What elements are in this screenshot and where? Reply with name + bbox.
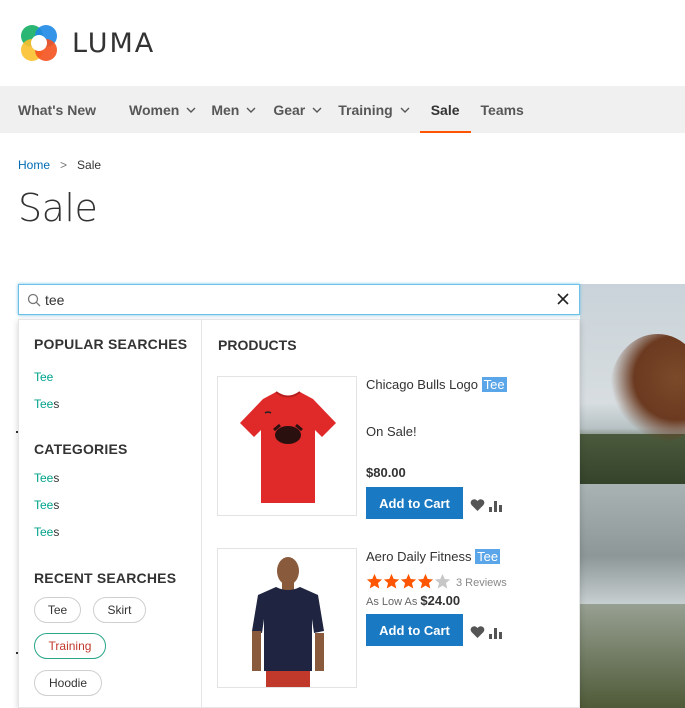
rest-text: s (53, 498, 60, 512)
recent-search-pill[interactable]: Hoodie (34, 670, 102, 696)
product-name-text: Chicago Bulls Logo (366, 377, 482, 392)
nav-label: Gear (273, 101, 306, 118)
star-filled-icon (400, 573, 417, 589)
product-name[interactable]: Aero Daily Fitness Tee (366, 549, 501, 564)
match-text: Tee (34, 370, 54, 384)
product-price: $80.00 (366, 465, 406, 480)
nav-item-men[interactable]: Men (211, 86, 257, 133)
hero-water (580, 484, 685, 604)
star-filled-icon (417, 573, 434, 589)
nav-label: Teams (480, 101, 524, 118)
category-item[interactable]: Tees (34, 498, 59, 512)
product-name-highlight: Tee (481, 377, 507, 392)
nav-label: Women (129, 101, 180, 118)
compare-icon[interactable] (488, 625, 504, 639)
nav-item-women[interactable]: Women (129, 86, 197, 133)
search-icon (27, 293, 41, 306)
search-autocomplete: POPULAR SEARCHES Tee Tees CATEGORIES Tee… (18, 319, 580, 708)
hero-image[interactable] (580, 284, 685, 708)
page-title: Sale (18, 186, 98, 230)
star-filled-icon (383, 573, 400, 589)
main-nav: What's New Women Men Gear Training Sale … (0, 86, 685, 133)
product-name-highlight: Tee (475, 549, 501, 564)
luma-logo[interactable]: LUMA (18, 22, 155, 64)
match-text: Tee (34, 397, 54, 411)
popular-searches-title: POPULAR SEARCHES (34, 336, 188, 352)
match-text: Tee (34, 471, 54, 485)
chevron-down-icon (400, 107, 410, 113)
star-empty-icon (434, 573, 451, 589)
match-text: Tee (34, 498, 54, 512)
recent-search-pill[interactable]: Tee (34, 597, 81, 623)
product-name[interactable]: Chicago Bulls Logo Tee (366, 377, 507, 392)
luma-logo-icon (21, 25, 57, 61)
red-tshirt-image (240, 391, 336, 503)
search-input[interactable] (45, 291, 525, 308)
add-to-cart-button[interactable]: Add to Cart (366, 487, 463, 519)
nav-item-training[interactable]: Training (338, 86, 410, 133)
logo-text: LUMA (72, 27, 156, 59)
nav-item-whats-new[interactable]: What's New (18, 86, 96, 133)
product-name-text: Aero Daily Fitness (366, 549, 476, 564)
nav-label: Men (211, 101, 240, 118)
navy-tshirt-model-image (252, 557, 324, 687)
recent-search-pill[interactable]: Training (34, 633, 106, 659)
recent-searches-title: RECENT SEARCHES (34, 570, 177, 586)
nav-item-teams[interactable]: Teams (481, 86, 524, 133)
breadcrumb-home-link[interactable]: Home (18, 158, 50, 172)
match-text: Tee (34, 525, 54, 539)
hero-hair (610, 334, 685, 444)
on-sale-badge: On Sale! (366, 424, 417, 439)
category-item[interactable]: Tees (34, 525, 59, 539)
products-title: PRODUCTS (218, 337, 297, 353)
nav-label: Sale (430, 101, 460, 118)
chevron-down-icon (312, 107, 322, 113)
compare-icon[interactable] (488, 498, 504, 512)
rest-text: s (53, 397, 60, 411)
search-box[interactable] (18, 284, 580, 315)
header: LUMA (0, 0, 685, 86)
popular-search-item[interactable]: Tees (34, 397, 59, 411)
suggestions-column: POPULAR SEARCHES Tee Tees CATEGORIES Tee… (19, 320, 202, 708)
popular-search-item[interactable]: Tee (34, 370, 53, 384)
categories-title: CATEGORIES (34, 441, 128, 457)
rating-stars (366, 573, 451, 590)
product-image[interactable] (217, 548, 357, 688)
breadcrumb: Home > Sale (18, 158, 101, 172)
add-to-cart-button[interactable]: Add to Cart (366, 614, 463, 646)
rest-text: s (53, 525, 60, 539)
chevron-down-icon (246, 107, 256, 113)
nav-item-gear[interactable]: Gear (273, 86, 323, 133)
reviews-link[interactable]: 3 Reviews (456, 577, 507, 589)
product-price: $24.00 (420, 593, 461, 608)
category-item[interactable]: Tees (34, 471, 59, 485)
close-icon[interactable] (555, 291, 571, 307)
nav-label: What's New (18, 101, 97, 118)
rest-text: s (53, 471, 60, 485)
star-filled-icon (366, 573, 383, 589)
nav-item-sale[interactable]: Sale (419, 86, 471, 133)
heart-icon[interactable] (470, 498, 485, 512)
heart-icon[interactable] (470, 625, 485, 639)
product-image[interactable] (217, 376, 357, 516)
hero-grass (580, 604, 685, 708)
recent-search-pill[interactable]: Skirt (93, 597, 146, 623)
breadcrumb-current: Sale (77, 158, 102, 172)
breadcrumb-separator: > (60, 158, 68, 172)
as-low-as-price: As Low As $24.00 (366, 593, 460, 608)
nav-label: Training (338, 101, 393, 118)
as-low-as-label: As Low As (366, 596, 418, 608)
chevron-down-icon (186, 107, 196, 113)
